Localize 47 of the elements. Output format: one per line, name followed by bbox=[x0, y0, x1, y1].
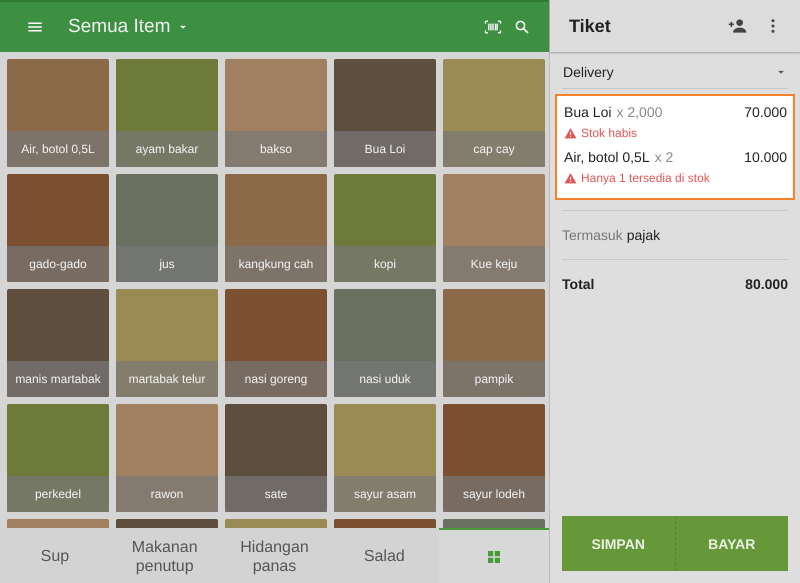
item-tile[interactable]: pampik bbox=[443, 289, 545, 397]
tax-value: pajak bbox=[626, 227, 660, 243]
item-amount: 10.000 bbox=[744, 149, 787, 165]
item-tile[interactable]: sayur asam bbox=[334, 404, 436, 512]
item-tile[interactable]: gado-gado bbox=[7, 174, 109, 282]
stock-warning: Stok habis bbox=[581, 126, 638, 140]
item-tile[interactable]: Kue keju bbox=[443, 174, 545, 282]
item-quantity: x 2,000 bbox=[616, 104, 662, 120]
total-amount: 80.000 bbox=[745, 276, 788, 292]
category-tab[interactable]: Sup bbox=[0, 528, 110, 583]
item-tile[interactable]: ayam bakar bbox=[116, 59, 218, 167]
item-tile[interactable]: cap cay bbox=[443, 59, 545, 167]
item-name: Bua Loi bbox=[564, 104, 612, 120]
item-tile[interactable]: nasi uduk bbox=[334, 289, 436, 397]
item-amount: 70.000 bbox=[744, 104, 787, 120]
search-icon[interactable] bbox=[513, 18, 531, 36]
category-dropdown[interactable]: Semua Item bbox=[68, 16, 190, 38]
item-tile[interactable]: Bua Loi bbox=[334, 59, 436, 167]
item-tile[interactable]: sate bbox=[225, 404, 327, 512]
item-tile[interactable]: jus bbox=[116, 174, 218, 282]
action-button[interactable]: SIMPAN bbox=[562, 516, 676, 571]
category-tab[interactable]: Salad bbox=[329, 528, 440, 583]
stock-warning: Hanya 1 tersedia di stok bbox=[581, 171, 710, 185]
item-tile[interactable]: sayur lodeh bbox=[443, 404, 545, 512]
item-tile[interactable]: nasi goreng bbox=[225, 289, 327, 397]
ticket-title: Tiket bbox=[569, 16, 611, 36]
warning-icon bbox=[564, 172, 577, 184]
item-tile[interactable]: martabak telur bbox=[116, 289, 218, 397]
action-button[interactable]: BAYAR bbox=[676, 516, 788, 571]
item-tile[interactable]: manis martabak bbox=[7, 289, 109, 397]
ticket-line[interactable]: Bua Loi x 2,000 70.000 Stok habis bbox=[564, 104, 787, 140]
order-type-dropdown[interactable]: Delivery bbox=[562, 52, 788, 89]
item-tile[interactable]: rawon bbox=[116, 404, 218, 512]
item-tile[interactable]: kangkung cah bbox=[225, 174, 327, 282]
category-tab[interactable]: Makanan penutup bbox=[110, 528, 220, 583]
item-tile[interactable]: Air, botol 0,5L bbox=[7, 59, 109, 167]
item-tile[interactable]: kopi bbox=[334, 174, 436, 282]
category-tab[interactable]: Hidangan panas bbox=[220, 528, 330, 583]
category-tab[interactable] bbox=[439, 528, 549, 583]
item-quantity: x 2 bbox=[654, 149, 674, 165]
ticket-line[interactable]: Air, botol 0,5L x 2 10.000 Hanya 1 tersedia di stok bbox=[564, 149, 787, 185]
tax-label: Termasuk bbox=[562, 227, 623, 243]
warning-icon bbox=[564, 126, 577, 140]
item-tile[interactable]: bakso bbox=[225, 59, 327, 167]
item-tile[interactable]: perkedel bbox=[7, 404, 109, 512]
item-name: Air, botol 0,5L bbox=[564, 149, 650, 165]
total-label: Total bbox=[562, 276, 594, 292]
